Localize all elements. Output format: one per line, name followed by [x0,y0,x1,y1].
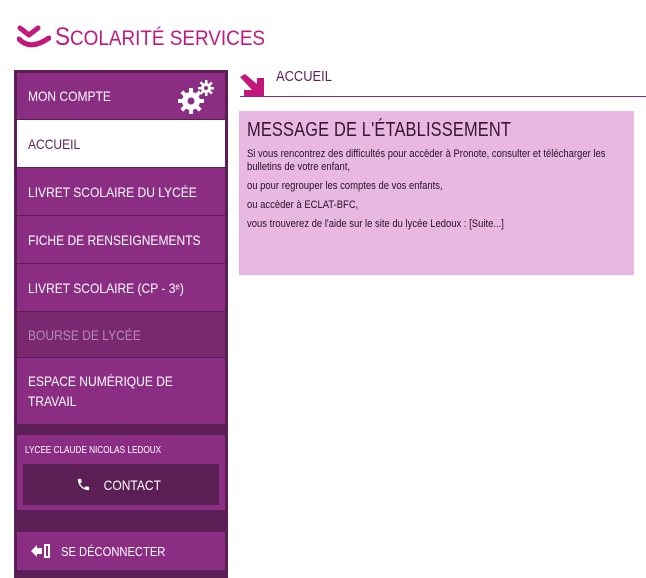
message-line: ou pour regrouper les comptes de vos enf… [247,180,443,192]
sidebar-item-mon-compte[interactable]: MON COMPTE [17,73,225,120]
arrow-down-right-icon [240,74,264,96]
sidebar-item-livret-lycee[interactable]: LIVRET SCOLAIRE DU LYCÉE [17,168,225,216]
brand-title: SCOLARITÉ SERVICES [55,23,266,51]
page-header: ACCUEIL [240,64,646,97]
logout-label: SE DÉCONNECTER [61,543,166,559]
message-title: MESSAGE DE L'ÉTABLISSEMENT [247,119,512,141]
message-panel: MESSAGE DE L'ÉTABLISSEMENT Si vous renco… [239,111,634,275]
school-section: LYCEE CLAUDE NICOLAS LEDOUX CONTACT [17,435,225,510]
sidebar: MON COMPTE ACCUEIL LIVRET SCOLAIRE DU LY… [14,70,228,578]
logout-button[interactable]: SE DÉCONNECTER [17,532,225,570]
sidebar-item-bourse: BOURSE DE LYCÉE [17,312,225,358]
message-line: vous trouverez de l'aide sur le site du … [247,218,504,230]
phone-icon [78,478,90,491]
message-line: Si vous rencontrez des difficultés pour … [247,148,606,173]
sidebar-item-label: BOURSE DE LYCÉE [28,326,141,343]
sidebar-item-fiche-renseignements[interactable]: FICHE DE RENSEIGNEMENTS [17,216,225,264]
sidebar-item-label: MON COMPTE [28,88,111,104]
sidebar-item-livret-cp[interactable]: LIVRET SCOLAIRE (CP - 3ᵉ) [17,264,225,312]
page-title: ACCUEIL [276,68,332,85]
sidebar-item-label: ESPACE NUMÉRIQUE DE TRAVAIL [28,373,173,409]
contact-label: CONTACT [103,476,162,493]
sidebar-item-label: FICHE DE RENSEIGNEMENTS [28,231,201,248]
sidebar-item-label: LIVRET SCOLAIRE (CP - 3ᵉ) [28,279,184,296]
sidebar-item-accueil[interactable]: ACCUEIL [17,120,225,168]
message-line: ou accèder à ECLAT-BFC, [247,199,359,211]
gears-icon [178,80,214,114]
school-name: LYCEE CLAUDE NICOLAS LEDOUX [25,445,162,456]
scolarite-logo-icon [17,25,51,48]
sidebar-item-ent[interactable]: ESPACE NUMÉRIQUE DE TRAVAIL [17,358,225,425]
brand: SCOLARITÉ SERVICES [17,22,288,50]
sidebar-item-label: ACCUEIL [28,135,81,152]
logout-icon [31,544,50,558]
contact-button[interactable]: CONTACT [23,464,219,505]
sidebar-item-label: LIVRET SCOLAIRE DU LYCÉE [28,183,197,200]
